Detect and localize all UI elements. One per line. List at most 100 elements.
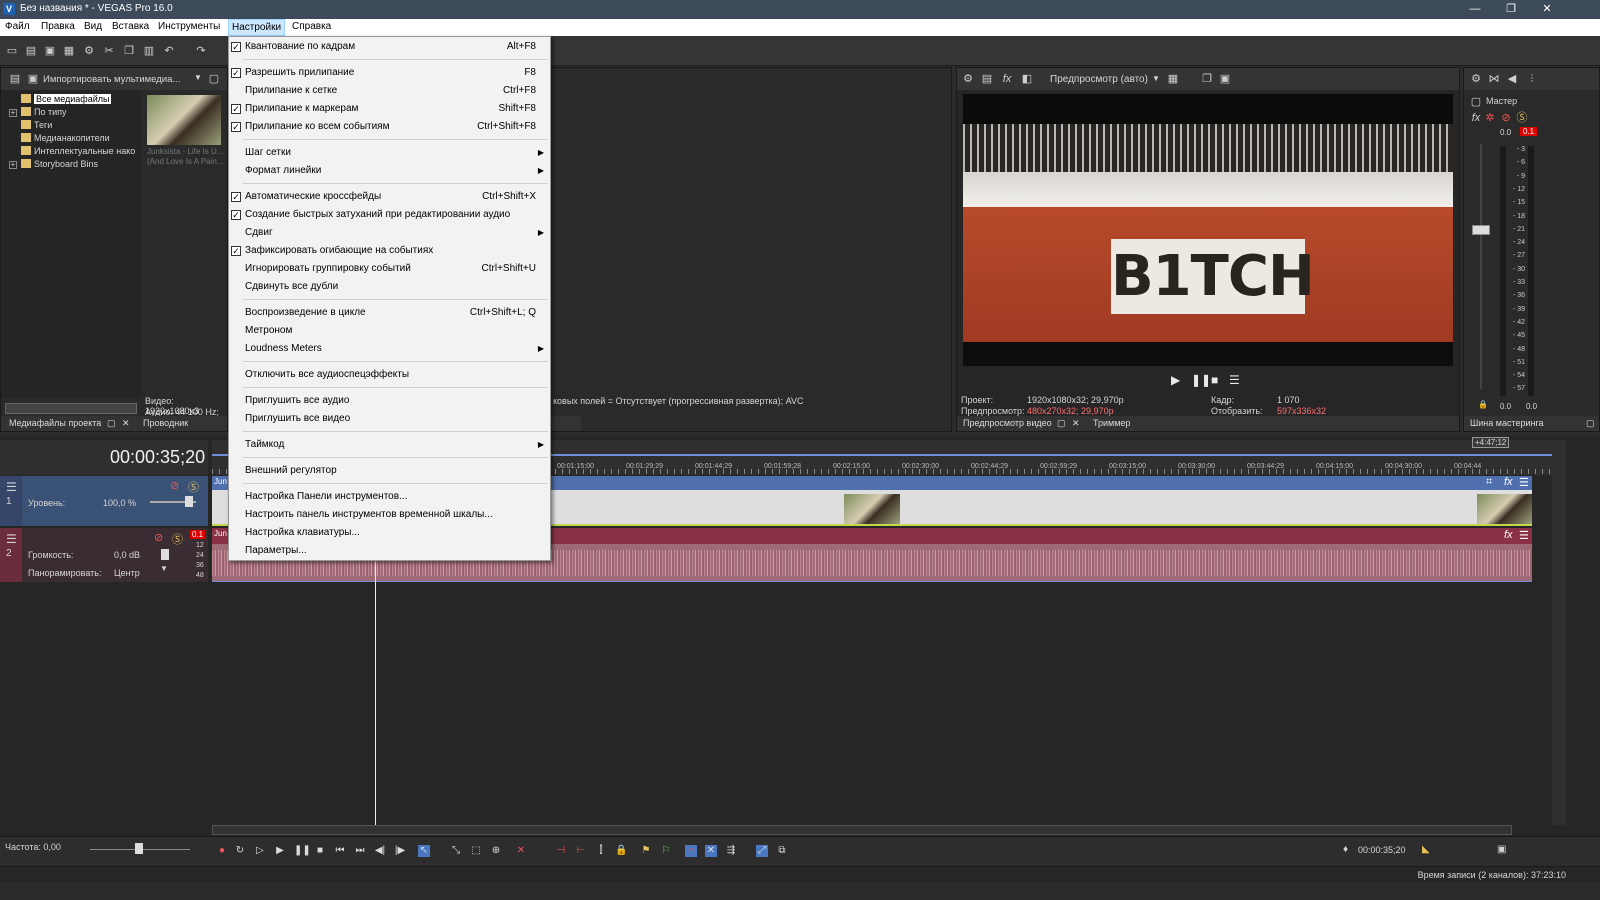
tab-preview-options-icon[interactable]: ▢ [1057,418,1066,429]
preview-quality-select[interactable]: Предпросмотр (авто) [1050,74,1148,85]
tab-explorer[interactable]: Проводник [143,418,188,428]
tree-horizontal-scrollbar[interactable] [5,403,137,414]
video-mute-icon[interactable]: ⊘ [170,479,179,492]
settings-menu-item[interactable]: Воспроизведение в цикле Ctrl+Shift+L; Q [229,304,550,322]
master-mute-icon[interactable]: ⊘ [1500,112,1512,124]
go-to-end-button[interactable]: ⏭ [354,845,366,857]
settings-menu-item[interactable]: Метроном [229,322,550,340]
master-lock-icon[interactable]: 🔒 [1478,400,1488,409]
save-icon[interactable]: ▣ [44,45,56,57]
expand-icon[interactable]: + [9,109,17,117]
tree-item-smart-bins[interactable]: Интеллектуальные нако [7,146,135,159]
settings-menu-item[interactable]: Loudness Meters ▶ [229,340,550,358]
tab-close-icon[interactable]: ✕ [1072,418,1080,429]
tab-video-preview[interactable]: Предпросмотр видео [963,418,1052,428]
settings-menu-item[interactable]: Прилипание к сетке Ctrl+F8 [229,82,550,100]
open-icon[interactable]: ▤ [25,45,37,57]
rate-slider-handle[interactable] [135,843,143,854]
tree-item-tags[interactable]: Теги [7,120,52,133]
settings-menu-item[interactable]: Приглушить все видео [229,410,550,428]
auto-crossfade-icon[interactable]: ✕ [705,845,717,857]
tab-trimmer[interactable]: Триммер [1093,418,1130,428]
settings-menu-item[interactable]: ✓ Прилипание к маркерам Shift+F8 [229,100,550,118]
settings-menu-item[interactable]: Сдвиг ▶ [229,224,550,242]
event-menu-icon[interactable]: ☰ [1519,476,1529,489]
master-fx-icon[interactable]: fx [1470,112,1482,124]
settings-gear-icon[interactable]: ⚙ [83,45,95,57]
settings-menu-item[interactable]: Приглушить все аудио [229,392,550,410]
settings-menu-item[interactable]: Шаг сетки ▶ [229,144,550,162]
normal-edit-tool-icon[interactable]: ↖ [418,845,430,857]
tab-project-media-options-icon[interactable]: ▢ [107,418,116,429]
zoom-tool-icon[interactable]: ⊕ [490,845,502,857]
copy-icon[interactable]: ❐ [123,45,135,57]
menu-settings[interactable]: Настройки [228,19,286,36]
master-automation-icon[interactable]: ✲ [1484,112,1496,124]
cut-icon[interactable]: ✂ [103,45,115,57]
audio-event-fx-icon[interactable]: fx [1504,529,1513,541]
delete-icon[interactable]: ▥ [143,45,155,57]
menu-insert[interactable]: Вставка [112,21,149,32]
delete-event-icon[interactable]: ✕ [515,845,527,857]
settings-menu-item[interactable]: ✓ Прилипание ко всем событиям Ctrl+Shift+F… [229,118,550,136]
marker-icon[interactable]: ◣ [1422,844,1430,855]
tree-item-media-drives[interactable]: Медианакопители [7,133,110,146]
selection-tool-icon[interactable]: ⬚ [470,845,482,857]
media-thumbnail-item[interactable]: Junksista - Life Is U... (And Love Is A … [147,95,227,175]
preview-properties-icon[interactable]: ▤ [981,73,993,85]
volume-slider-handle[interactable] [161,549,169,560]
settings-menu-item[interactable]: ✓ Создание быстрых затуханий при редактир… [229,206,550,224]
settings-menu-item[interactable]: ✓ Зафиксировать огибающие на событиях [229,242,550,260]
menu-edit[interactable]: Правка [41,21,75,32]
go-to-start-button[interactable]: ⏮ [334,845,346,857]
save-snapshot-icon[interactable]: ▣ [1219,73,1231,85]
insert-region-icon[interactable]: ⚐ [660,845,672,857]
trim-start-icon[interactable]: ⊣ [555,845,567,857]
explorer-menu-icon[interactable]: ▤ [9,73,21,85]
master-fader-handle[interactable] [1472,225,1490,235]
stop-button[interactable]: ■ [314,845,326,857]
envelope-tool-icon[interactable]: ⤡ [450,845,462,857]
pause-button[interactable]: ❚❚ [294,845,311,857]
settings-menu-item[interactable]: ✓ Квантование по кадрам Alt+F8 [229,38,550,56]
copy-snapshot-icon[interactable]: ❐ [1201,73,1213,85]
track-menu-icon[interactable]: ☰ [6,532,17,546]
redo-icon[interactable]: ↷ [195,45,207,57]
settings-menu-item[interactable]: Сдвинуть все дубли [229,278,550,296]
previous-frame-button[interactable]: ◀| [374,845,386,857]
preview-play-button[interactable]: ▶ [1171,373,1180,387]
next-frame-button[interactable]: |▶ [394,845,406,857]
event-pan-crop-icon[interactable]: ⌗ [1486,476,1492,489]
track-menu-icon[interactable]: ☰ [6,480,17,494]
expand-icon[interactable]: + [9,161,17,169]
overlays-grid-icon[interactable]: ▦ [1167,73,1179,85]
tree-item-storyboard-bins[interactable]: + Storyboard Bins [7,159,98,172]
preview-settings-gear-icon[interactable]: ⚙ [962,73,974,85]
tab-master-bus[interactable]: Шина мастеринга [1470,418,1544,428]
import-media-button[interactable]: Импортировать мультимедиа... [43,74,180,85]
import-dropdown-icon[interactable]: ▼ [194,73,202,82]
event-fx-icon[interactable]: fx [1504,476,1513,488]
split-screen-icon[interactable]: ◧ [1021,73,1033,85]
snapping-icon[interactable]: ∩ [685,845,697,857]
render-icon[interactable]: ▦ [63,45,75,57]
preview-menu-icon[interactable]: ☰ [1229,373,1240,387]
settings-menu-item[interactable]: Формат линейки ▶ [229,162,550,180]
loop-playback-button[interactable]: ↻ [234,845,246,857]
minimize-button[interactable]: — [1458,2,1492,17]
speaker-icon[interactable]: ◀ [1506,73,1518,85]
split-icon[interactable]: ⫿ [595,845,607,857]
settings-menu-item[interactable]: Настройка клавиатуры... [229,524,550,542]
play-from-start-button[interactable]: ▷ [254,845,266,857]
play-button[interactable]: ▶ [274,845,286,857]
menu-view[interactable]: Вид [84,21,102,32]
settings-menu-item[interactable]: Настройка Панели инструментов... [229,488,550,506]
timeline-vertical-scrollbar[interactable] [1552,440,1566,825]
settings-menu-item[interactable]: Параметры... [229,542,550,560]
menu-tools[interactable]: Инструменты [158,21,220,32]
menu-file[interactable]: Файл [5,21,30,32]
video-solo-icon[interactable]: Ⓢ [188,479,199,495]
tab-master-options-icon[interactable]: ▢ [1586,418,1595,429]
audio-event-menu-icon[interactable]: ☰ [1519,529,1529,542]
tab-project-media[interactable]: Медиафайлы проекта [9,418,101,428]
